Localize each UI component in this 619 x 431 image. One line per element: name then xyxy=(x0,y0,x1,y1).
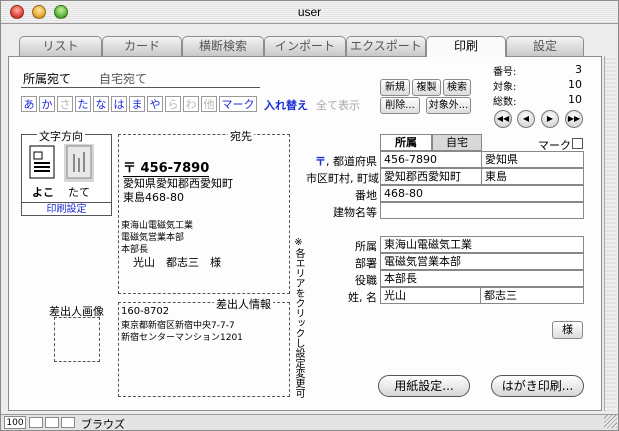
sender-image-area[interactable] xyxy=(54,317,100,362)
target-label: 対象: xyxy=(493,82,517,93)
last-record-icon[interactable]: ▶▶ xyxy=(565,110,583,128)
horizontal-layout-icon xyxy=(29,145,55,179)
tab-card[interactable]: カード xyxy=(102,36,182,56)
print-settings-link[interactable]: 印刷設定 xyxy=(21,202,112,216)
total-label: 総数: xyxy=(493,97,517,108)
city-field[interactable]: 愛知郡西愛知町 xyxy=(380,168,482,185)
subtab-home[interactable]: 自宅 xyxy=(432,134,482,151)
tab-cross-search[interactable]: 横断検索 xyxy=(182,36,264,56)
tab-import[interactable]: インポート xyxy=(264,36,346,56)
status-bar: 100 ブラウズ xyxy=(1,414,618,431)
row-label-building: 建物名等 xyxy=(333,206,377,219)
tab-export[interactable]: エクスポート xyxy=(346,36,426,56)
horizontal-layout-option[interactable] xyxy=(28,144,58,182)
resize-grip[interactable] xyxy=(604,415,617,428)
sender-zip: 160-8702 xyxy=(121,306,170,317)
recipient-zip: 〒 456-7890 xyxy=(123,157,210,177)
mode-label: ブラウズ xyxy=(81,418,125,431)
kana-a[interactable]: あ xyxy=(21,96,37,112)
title-field[interactable]: 本部長 xyxy=(380,270,584,287)
paper-settings-button[interactable]: 用紙設定... xyxy=(378,375,470,397)
building-field[interactable] xyxy=(380,202,584,219)
prev-record-icon[interactable]: ◀ xyxy=(517,110,535,128)
show-all-link[interactable]: 全て表示 xyxy=(316,97,360,113)
kana-ka[interactable]: か xyxy=(39,96,55,112)
kana-ra[interactable]: ら xyxy=(165,96,181,112)
tab-print[interactable]: 印刷 xyxy=(426,36,506,57)
status-toggle-icon[interactable] xyxy=(61,417,75,428)
mark-checkbox[interactable] xyxy=(572,138,583,149)
street-field[interactable]: 468-80 xyxy=(380,185,584,202)
vertical-scrollbar[interactable] xyxy=(604,56,617,411)
sender-address2: 新宿センターマンション1201 xyxy=(121,333,243,343)
number-value: 3 xyxy=(575,63,582,76)
total-value: 10 xyxy=(568,93,582,106)
row-label-street: 番地 xyxy=(355,189,377,202)
sender-info-label: 差出人情報 xyxy=(214,296,273,312)
row-label-name: 姓, 名 xyxy=(348,291,377,304)
app-window: user リスト カード 横断検索 インポート エクスポート 印刷 設定 所属宛… xyxy=(0,0,619,431)
zip-field[interactable]: 456-7890 xyxy=(380,151,482,168)
kana-ya[interactable]: や xyxy=(147,96,163,112)
address-type-selector: 所属宛て 自宅宛て xyxy=(21,68,260,88)
horizontal-label: よこ xyxy=(32,186,54,199)
search-button[interactable]: 検索 xyxy=(443,79,471,96)
zoom-level[interactable]: 100 xyxy=(4,416,26,429)
text-direction-legend: 文字方向 xyxy=(37,128,85,144)
postcard-print-button[interactable]: はがき印刷... xyxy=(491,375,584,397)
vertical-label: たて xyxy=(68,186,90,199)
row-label-company: 所属 xyxy=(355,240,377,253)
kana-ma[interactable]: ま xyxy=(129,96,145,112)
honorific-button[interactable]: 様 xyxy=(552,321,583,339)
department-field[interactable]: 電磁気営業本部 xyxy=(380,253,584,270)
exclude-button[interactable]: 対象外... xyxy=(426,97,471,114)
subtab-work[interactable]: 所属 xyxy=(380,134,432,151)
recipient-address2: 東島468-80 xyxy=(123,191,184,204)
last-name-field[interactable]: 光山 xyxy=(380,287,481,304)
delete-button[interactable]: 削除... xyxy=(380,97,420,114)
recipient-legend: 宛先 xyxy=(228,128,254,144)
vertical-note: ※各エリアをクリックし設定変更可 xyxy=(293,237,304,398)
main-tabs: リスト カード 横断検索 インポート エクスポート 印刷 設定 xyxy=(19,36,584,57)
kana-mark[interactable]: マーク xyxy=(219,96,257,112)
address-type-work[interactable]: 所属宛て xyxy=(23,70,71,87)
kana-na[interactable]: な xyxy=(93,96,109,112)
row-label-prefecture-text: , 都道府県 xyxy=(326,155,377,168)
kana-ha[interactable]: は xyxy=(111,96,127,112)
duplicate-button[interactable]: 複製 xyxy=(412,79,441,96)
new-button[interactable]: 新規 xyxy=(380,79,410,96)
swap-link[interactable]: 入れ替え xyxy=(264,97,308,113)
next-record-icon[interactable]: ▶ xyxy=(541,110,559,128)
window-title: user xyxy=(297,5,322,19)
row-label-department: 部署 xyxy=(355,257,377,270)
tab-settings[interactable]: 設定 xyxy=(506,36,584,56)
kana-wa[interactable]: わ xyxy=(183,96,199,112)
address-type-home[interactable]: 自宅宛て xyxy=(99,70,147,87)
target-value: 10 xyxy=(568,78,582,91)
first-name-field[interactable]: 都志三 xyxy=(480,287,584,304)
title-bar[interactable]: user xyxy=(1,1,618,24)
number-label: 番号: xyxy=(493,67,517,78)
prefecture-field[interactable]: 愛知県 xyxy=(481,151,584,168)
vertical-layout-icon xyxy=(66,145,92,179)
zip-icon[interactable]: 〒 xyxy=(315,155,326,168)
kana-sa[interactable]: さ xyxy=(57,96,73,112)
kana-other[interactable]: 他 xyxy=(201,96,217,112)
tab-list[interactable]: リスト xyxy=(19,36,102,56)
company-field[interactable]: 東海山電磁気工業 xyxy=(380,236,584,253)
vertical-layout-option[interactable] xyxy=(64,144,94,182)
recipient-name: 光山 都志三 様 xyxy=(133,256,221,269)
first-record-icon[interactable]: ◀◀ xyxy=(494,110,512,128)
row-label-prefecture: 〒, 都道府県 xyxy=(306,153,377,169)
zoom-in-icon[interactable] xyxy=(45,417,59,428)
row-label-city: 市区町村, 町域 xyxy=(306,172,379,185)
town-field[interactable]: 東島 xyxy=(481,168,584,185)
kana-ta[interactable]: た xyxy=(75,96,91,112)
zoom-out-icon[interactable] xyxy=(29,417,43,428)
row-label-title: 役職 xyxy=(355,274,377,287)
